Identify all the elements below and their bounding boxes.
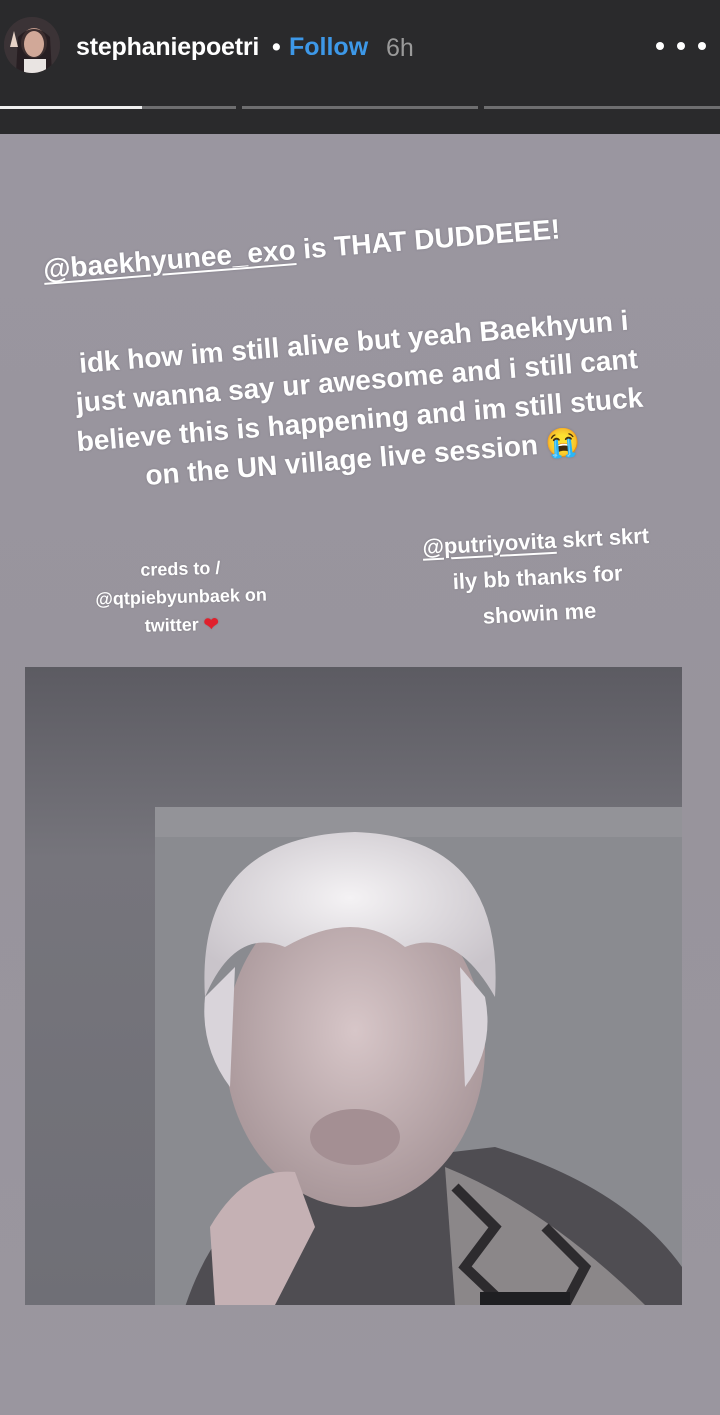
- thanks-text: @putriyovita skrt skrt ily bb thanks for…: [380, 516, 695, 640]
- progress-segment-3: [484, 106, 720, 109]
- progress-segment-2: [242, 106, 478, 109]
- profile-avatar[interactable]: [4, 17, 60, 73]
- embedded-video-frame: [25, 667, 682, 1305]
- more-options-icon[interactable]: [656, 30, 706, 62]
- separator-dot: •: [272, 33, 281, 61]
- crying-emoji-icon: 😭: [544, 425, 582, 460]
- dot-icon: [656, 42, 664, 50]
- thanks-line-text: skrt skrt: [555, 522, 650, 553]
- progress-segment-1: [0, 106, 236, 109]
- username[interactable]: stephaniepoetri: [76, 33, 259, 62]
- post-time: 6h: [386, 34, 414, 62]
- credits-text: creds to / @qtpiebyunbaek on twitter ❤: [60, 552, 302, 642]
- dot-icon: [677, 42, 685, 50]
- story-progress: [0, 106, 720, 110]
- credits-line-text: twitter: [144, 614, 199, 636]
- video-still-image: [25, 667, 682, 1305]
- mention-link[interactable]: @putriyovita: [422, 528, 557, 560]
- heart-icon: ❤: [203, 613, 220, 635]
- dot-icon: [698, 42, 706, 50]
- avatar-image: [4, 17, 60, 73]
- story-header: stephaniepoetri • Follow 6h: [0, 0, 720, 134]
- progress-fill: [0, 106, 142, 109]
- follow-button[interactable]: Follow: [289, 33, 368, 62]
